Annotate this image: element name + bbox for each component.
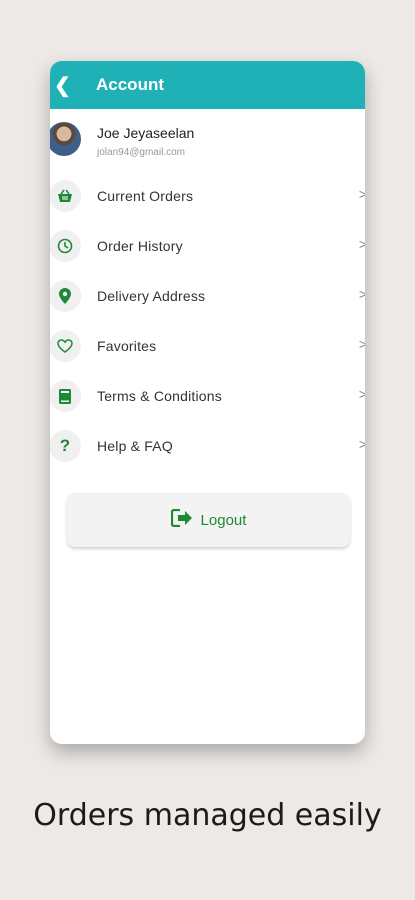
book-icon bbox=[50, 380, 81, 412]
menu-item-label: Current Orders bbox=[97, 188, 194, 204]
menu-item-label: Terms & Conditions bbox=[97, 388, 222, 404]
page-title: Account bbox=[96, 75, 164, 94]
logout-icon bbox=[170, 508, 193, 532]
clock-icon bbox=[50, 230, 81, 262]
menu-item-order-history[interactable]: Order History > bbox=[50, 221, 365, 271]
menu-item-current-orders[interactable]: Current Orders > bbox=[50, 171, 365, 221]
menu-item-label: Delivery Address bbox=[97, 288, 206, 304]
menu-item-label: Order History bbox=[97, 238, 183, 254]
profile-section[interactable]: Joe Jeyaseelan jolan94@gmail.com bbox=[50, 109, 365, 171]
chevron-right-icon: > bbox=[358, 336, 365, 352]
menu-item-delivery-address[interactable]: Delivery Address > bbox=[50, 271, 365, 321]
heart-icon bbox=[50, 330, 81, 362]
chevron-right-icon: > bbox=[358, 186, 365, 202]
chevron-right-icon: > bbox=[358, 286, 365, 302]
menu-item-help[interactable]: ? Help & FAQ > bbox=[50, 421, 365, 471]
menu-item-label: Favorites bbox=[97, 338, 157, 354]
location-pin-icon bbox=[50, 280, 81, 312]
menu-item-terms[interactable]: Terms & Conditions > bbox=[50, 371, 365, 421]
menu-item-favorites[interactable]: Favorites > bbox=[50, 321, 365, 371]
phone-screen: ❮ Account Joe Jeyaseelan jolan94@gmail.c… bbox=[50, 61, 365, 744]
logout-label: Logout bbox=[200, 511, 247, 529]
promo-caption: Orders managed easily bbox=[33, 798, 382, 833]
account-menu: Current Orders > Order History > Deliver… bbox=[50, 171, 365, 471]
chevron-right-icon: > bbox=[358, 236, 365, 252]
profile-email: jolan94@gmail.com bbox=[97, 147, 185, 158]
avatar bbox=[50, 122, 81, 156]
chevron-right-icon: > bbox=[358, 386, 365, 402]
logout-button[interactable]: Logout bbox=[67, 493, 350, 547]
basket-icon bbox=[50, 180, 81, 212]
chevron-right-icon: > bbox=[358, 436, 365, 452]
app-bar: ❮ Account bbox=[50, 61, 365, 109]
back-icon[interactable]: ❮ bbox=[54, 73, 72, 98]
question-icon: ? bbox=[50, 430, 81, 462]
profile-name: Joe Jeyaseelan bbox=[97, 125, 195, 141]
menu-item-label: Help & FAQ bbox=[97, 438, 173, 454]
